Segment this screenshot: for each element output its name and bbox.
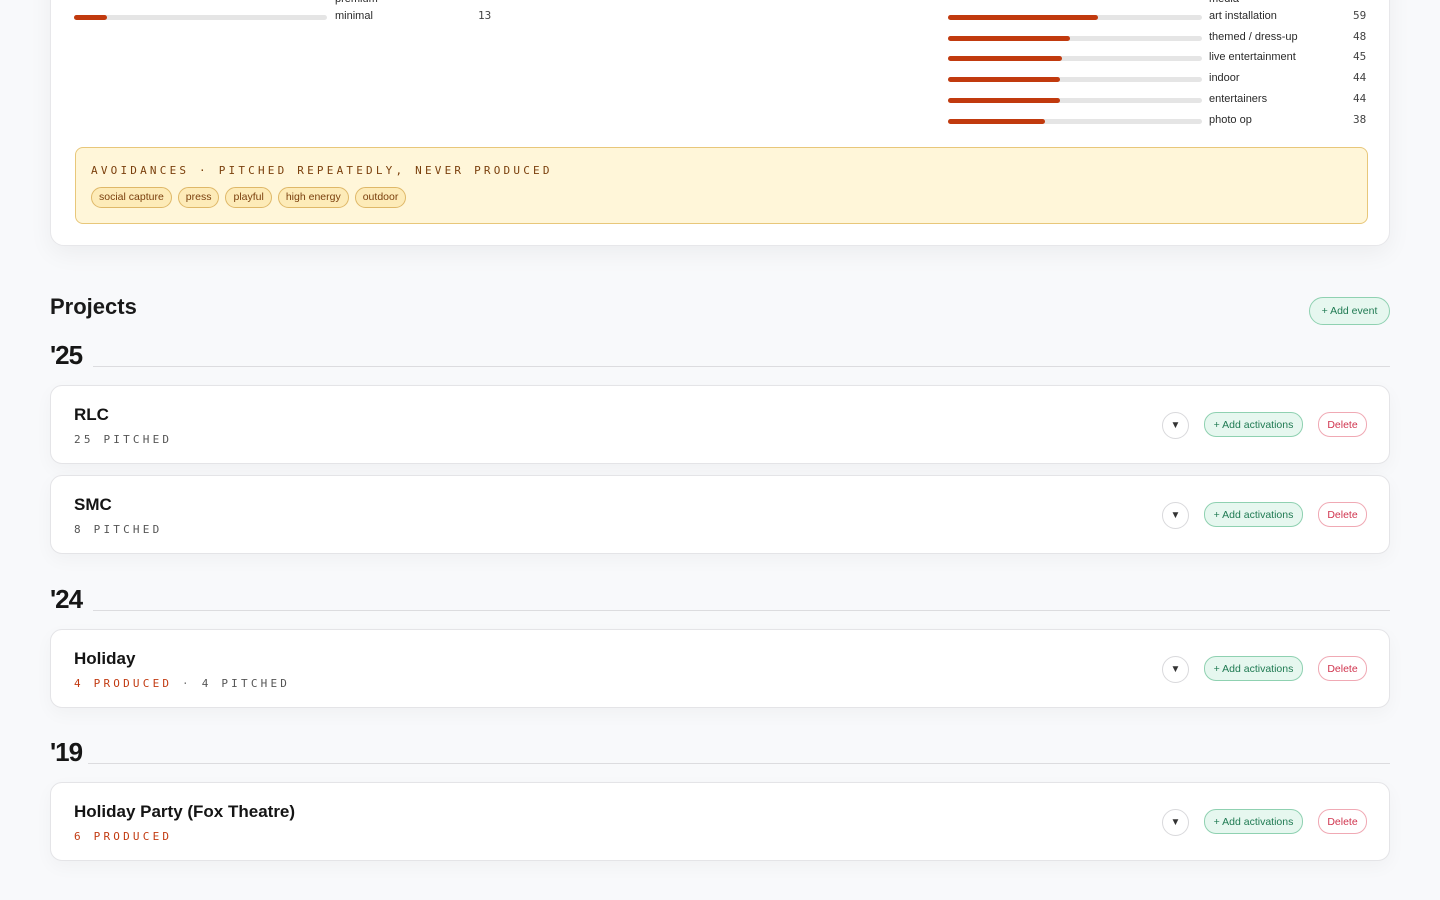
attributes-panel: premium minimal 13 media art installation 59…	[50, 0, 1390, 246]
attribute-row: photo op 38	[948, 112, 1373, 130]
attribute-row: minimal 13	[74, 9, 498, 26]
project-meta: 8 PITCHED	[74, 523, 162, 536]
project-card: SMC 8 PITCHED ▼ + Add activations Delete	[50, 475, 1390, 554]
attribute-bar-fill	[948, 35, 1070, 41]
attribute-label: themed / dress-up	[1209, 30, 1298, 43]
attribute-row: themed / dress-up 48	[948, 29, 1373, 47]
attribute-bar-track	[74, 15, 327, 20]
attribute-row: art installation 59	[948, 9, 1373, 26]
attribute-count: 44	[1353, 71, 1367, 85]
pitched-count: 25 PITCHED	[74, 433, 173, 446]
avoidance-chip: press	[177, 187, 220, 208]
attribute-bar-fill	[948, 15, 1098, 20]
attribute-count: 44	[1353, 91, 1367, 105]
attribute-label-clipped: premium	[335, 0, 378, 5]
expand-chevron-icon[interactable]: ▼	[1162, 412, 1189, 439]
attribute-bar-track	[948, 56, 1202, 62]
attribute-count: 59	[1353, 9, 1367, 22]
attribute-row: indoor 44	[948, 71, 1373, 88]
pitched-count: 4 PITCHED	[201, 677, 291, 690]
avoidance-chip: playful	[225, 187, 272, 208]
avoidance-chip: outdoor	[354, 187, 407, 208]
add-activations-button[interactable]: + Add activations	[1204, 412, 1303, 437]
attribute-bar-fill	[948, 56, 1063, 62]
attribute-label: photo op	[1209, 113, 1252, 126]
expand-chevron-icon[interactable]: ▼	[1162, 502, 1189, 529]
attribute-label: live entertainment	[1209, 51, 1296, 64]
meta-separator: ·	[172, 677, 202, 690]
project-card: RLC 25 PITCHED ▼ + Add activations Delete	[50, 385, 1390, 464]
attribute-label-clipped: media	[1209, 0, 1239, 5]
avoidances-box: AVOIDANCES · PITCHED REPEATEDLY, NEVER P…	[75, 147, 1368, 224]
avoidances-chip-list: social capture press playful high energy out…	[91, 187, 407, 208]
produced-count: 6 PRODUCED	[74, 830, 173, 843]
attribute-label: indoor	[1209, 72, 1240, 85]
attribute-count: 45	[1353, 50, 1367, 64]
attribute-bar-fill	[948, 97, 1060, 103]
project-card: Holiday 4 PRODUCED · 4 PITCHED ▼ + Add acti…	[50, 629, 1390, 708]
attribute-count: 48	[1353, 29, 1367, 43]
project-name: Holiday	[74, 649, 136, 668]
add-activations-button[interactable]: + Add activations	[1204, 656, 1303, 681]
project-meta: 6 PRODUCED	[74, 830, 172, 843]
attribute-count: 38	[1353, 112, 1367, 126]
delete-button[interactable]: Delete	[1318, 502, 1367, 527]
attribute-bar-track	[948, 77, 1202, 83]
year-heading: '24	[50, 584, 83, 614]
add-activations-button[interactable]: + Add activations	[1204, 809, 1303, 834]
attribute-bar-fill	[74, 15, 107, 20]
year-divider	[88, 763, 1390, 764]
year-divider	[93, 610, 1390, 611]
add-activations-button[interactable]: + Add activations	[1204, 502, 1303, 527]
project-card: Holiday Party (Fox Theatre) 6 PRODUCED ▼ + …	[50, 782, 1390, 861]
pitched-count: 8 PITCHED	[74, 523, 163, 536]
attribute-count: 13	[478, 9, 492, 22]
attribute-bar-track	[948, 97, 1202, 103]
delete-button[interactable]: Delete	[1318, 412, 1367, 437]
attribute-bar-fill	[948, 118, 1045, 124]
attribute-bar-track	[948, 15, 1202, 20]
add-event-button[interactable]: + Add event	[1309, 297, 1390, 325]
year-heading: '25	[50, 340, 83, 370]
expand-chevron-icon[interactable]: ▼	[1162, 809, 1189, 836]
project-name: SMC	[74, 495, 112, 514]
delete-button[interactable]: Delete	[1318, 656, 1367, 681]
avoidance-chip: high energy	[277, 187, 349, 208]
attribute-row: entertainers 44	[948, 91, 1373, 109]
year-divider	[93, 366, 1390, 367]
attribute-label: minimal	[335, 10, 373, 22]
projects-heading: Projects	[50, 294, 137, 319]
project-name: RLC	[74, 405, 109, 424]
attribute-bar-track	[948, 35, 1202, 41]
attribute-bar-fill	[948, 77, 1060, 83]
project-meta: 4 PRODUCED · 4 PITCHED	[74, 677, 290, 690]
attribute-label: art installation	[1209, 10, 1277, 22]
attribute-label: entertainers	[1209, 92, 1268, 105]
produced-count: 4 PRODUCED	[74, 677, 173, 690]
year-heading: '19	[50, 737, 83, 767]
project-name: Holiday Party (Fox Theatre)	[74, 802, 296, 821]
expand-chevron-icon[interactable]: ▼	[1162, 656, 1189, 683]
delete-button[interactable]: Delete	[1318, 809, 1367, 834]
project-meta: 25 PITCHED	[74, 433, 172, 446]
avoidances-title: AVOIDANCES · PITCHED REPEATEDLY, NEVER P…	[91, 164, 553, 177]
attribute-bar-track	[948, 118, 1202, 124]
avoidance-chip: social capture	[91, 187, 172, 208]
attribute-row: live entertainment 45	[948, 50, 1373, 67]
